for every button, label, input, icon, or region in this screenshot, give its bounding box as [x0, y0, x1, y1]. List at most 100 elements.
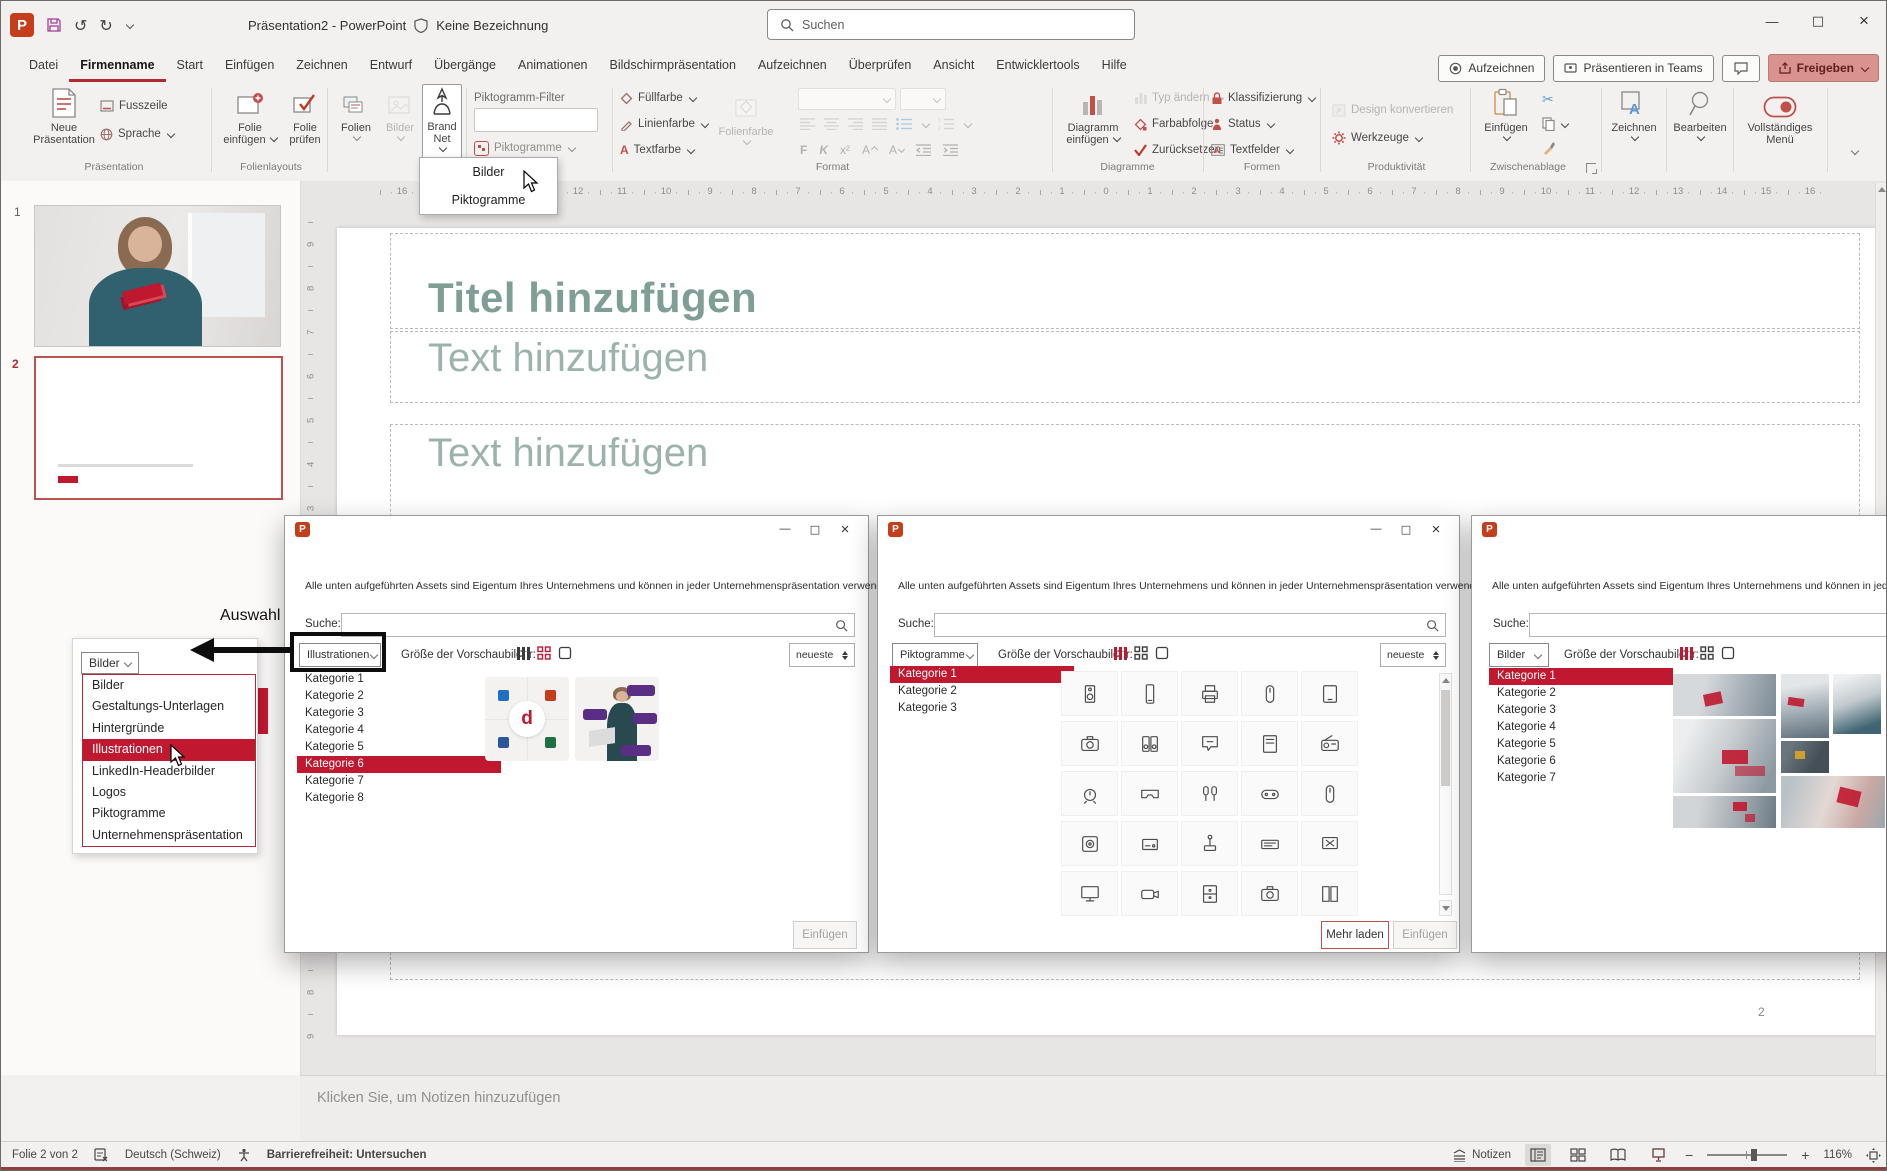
category-item-4[interactable]: Kategorie 5 [1489, 736, 1673, 753]
category-item-1[interactable]: Kategorie 2 [297, 688, 501, 705]
full-menu-button[interactable]: Vollständiges Menü [1738, 86, 1822, 160]
photo-thumbnail[interactable] [1673, 674, 1776, 716]
save-icon[interactable] [46, 17, 62, 33]
keyboard-icon[interactable] [1241, 821, 1298, 866]
notes-toggle[interactable]: Notizen [1452, 1149, 1511, 1162]
zoom-level[interactable]: 116% [1823, 1149, 1852, 1161]
dialog-maximize-button[interactable]: □ [1391, 518, 1421, 540]
sensitivity-badge[interactable]: Keine Bezeichnung [436, 18, 548, 33]
dialog-search-input[interactable] [341, 613, 855, 637]
tab-11[interactable]: Ansicht [922, 58, 985, 82]
console-icon[interactable] [1121, 821, 1178, 866]
tab-7[interactable]: Animationen [507, 58, 599, 82]
illustration-thumbnail[interactable] [575, 677, 659, 761]
undo-icon[interactable]: ↺ [74, 16, 87, 35]
joystick-icon[interactable] [1181, 821, 1238, 866]
notes-pane[interactable]: Klicken Sie, um Notizen hinzuzufügen [300, 1075, 1887, 1142]
size-medium-icon[interactable] [1700, 646, 1714, 660]
present-in-teams-button[interactable]: Präsentieren in Teams [1553, 55, 1713, 82]
category-item-0[interactable]: Kategorie 1 [890, 666, 1074, 683]
dialog-scroll-down-button[interactable] [1439, 900, 1452, 916]
edit-button[interactable]: Bearbeiten [1671, 86, 1729, 160]
reset-button[interactable]: Zurücksetzen [1134, 140, 1221, 160]
dialog-scrollbar[interactable] [1439, 673, 1452, 895]
printer-icon[interactable] [1181, 671, 1238, 716]
asset-type-option-5[interactable]: Logos [83, 782, 255, 803]
tab-1[interactable]: Firmenname [69, 58, 165, 82]
normal-view-button[interactable] [1525, 1144, 1551, 1166]
mouse-icon[interactable] [1241, 671, 1298, 716]
category-item-6[interactable]: Kategorie 7 [1489, 770, 1673, 787]
earbuds-icon[interactable] [1181, 771, 1238, 816]
quick-access-chevron-icon[interactable] [126, 21, 134, 29]
videocam-icon[interactable] [1121, 871, 1178, 916]
zoom-out-button[interactable]: − [1685, 1147, 1693, 1163]
dialog-maximize-button[interactable]: □ [800, 518, 830, 540]
asset-type-option-6[interactable]: Piktogramme [83, 803, 255, 824]
category-item-5[interactable]: Kategorie 6 [1489, 753, 1673, 770]
binder-icon[interactable] [1301, 871, 1358, 916]
category-item-0[interactable]: Kategorie 1 [297, 671, 501, 688]
text-color-button[interactable]: A Textfarbe [620, 140, 694, 160]
tab-8[interactable]: Bildschirmpräsentation [598, 58, 746, 82]
camera-icon[interactable] [1061, 721, 1118, 766]
radio-icon[interactable] [1301, 721, 1358, 766]
photo-thumbnail[interactable] [1781, 674, 1829, 738]
dialog-close-button[interactable]: × [830, 518, 860, 540]
scroll-up-icon[interactable] [1878, 187, 1886, 192]
asset-type-option-0[interactable]: Bilder [83, 675, 255, 696]
photo-thumbnail[interactable] [1781, 776, 1885, 828]
dialog-search-input[interactable] [934, 613, 1446, 637]
pictogram-filter-input[interactable] [474, 108, 598, 132]
brand-net-button[interactable]: Brand Net [422, 84, 462, 162]
tab-5[interactable]: Entwurf [359, 58, 423, 82]
cut-button[interactable]: ✂ [1542, 90, 1554, 110]
share-button[interactable]: Freigeben [1768, 54, 1879, 82]
category-item-1[interactable]: Kategorie 2 [890, 683, 1074, 700]
fit-to-window-icon[interactable] [1866, 1148, 1881, 1163]
draw-button[interactable]: A Zeichnen [1606, 86, 1662, 160]
photo-thumbnail[interactable] [1833, 674, 1881, 734]
status-button[interactable]: Status [1211, 114, 1274, 134]
tab-10[interactable]: Überprüfen [838, 58, 923, 82]
collapse-ribbon-icon[interactable] [1851, 147, 1859, 155]
line-color-button[interactable]: Linienfarbe [620, 114, 708, 134]
comments-button[interactable] [1722, 55, 1760, 82]
category-item-3[interactable]: Kategorie 4 [1489, 719, 1673, 736]
dialog-close-button[interactable]: × [1421, 518, 1451, 540]
footer-button[interactable]: Fusszeile [100, 96, 168, 116]
paste-button[interactable]: Einfügen [1478, 86, 1534, 160]
pictograms-dropdown[interactable]: Piktogramme [474, 138, 575, 158]
insert-chart-button[interactable]: Diagramm einfügen [1060, 86, 1126, 160]
title-placeholder-box[interactable]: Titel hinzufügen [390, 233, 1860, 329]
fill-color-button[interactable]: Füllfarbe [620, 88, 696, 108]
category-item-7[interactable]: Kategorie 8 [297, 790, 501, 807]
category-item-6[interactable]: Kategorie 7 [297, 773, 501, 790]
tablet-icon[interactable] [1301, 671, 1358, 716]
slide-counter[interactable]: Folie 2 von 2 [12, 1149, 78, 1161]
accessibility-status[interactable]: Barrierefreiheit: Untersuchen [267, 1149, 427, 1161]
language-button[interactable]: Sprache [100, 124, 174, 144]
photo-thumbnail[interactable] [1781, 741, 1829, 773]
zoom-slider[interactable] [1707, 1154, 1787, 1156]
zoom-slider-thumb[interactable] [1751, 1149, 1757, 1161]
dialog-filter-dropdown[interactable]: Piktogramme [892, 643, 978, 667]
monitor-icon[interactable] [1061, 871, 1118, 916]
speakers-icon[interactable] [1121, 721, 1178, 766]
tools-button[interactable]: Werkzeuge [1332, 128, 1422, 148]
record-button[interactable]: Aufzeichnen [1438, 55, 1545, 82]
speaker-icon[interactable] [1061, 671, 1118, 716]
size-large-icon[interactable] [558, 646, 572, 660]
size-small-icon[interactable] [1114, 647, 1127, 660]
clipboard-dialog-launcher-icon[interactable] [1586, 163, 1596, 173]
size-large-icon[interactable] [1155, 646, 1169, 660]
subtitle-placeholder-box[interactable]: Text hinzufügen [390, 331, 1860, 403]
size-small-icon[interactable] [1680, 647, 1693, 660]
dialog-filter-dropdown[interactable]: Bilder [1489, 643, 1549, 667]
slide-sorter-view-button[interactable] [1565, 1144, 1591, 1166]
language-status[interactable]: Deutsch (Schweiz) [125, 1149, 221, 1161]
photo-thumbnail[interactable] [1673, 796, 1776, 828]
tab-2[interactable]: Start [166, 58, 214, 82]
slide-thumbnail-2[interactable] [34, 356, 283, 500]
sort-dropdown[interactable]: neueste [1380, 643, 1446, 667]
